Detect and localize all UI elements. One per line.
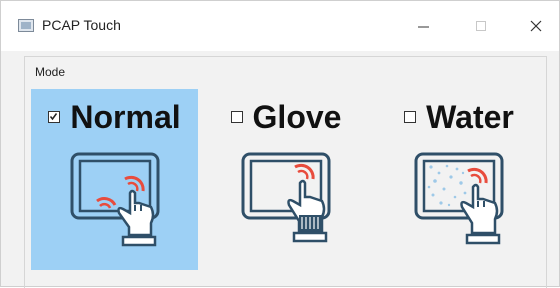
check-icon	[50, 113, 58, 121]
title-bar[interactable]: PCAP Touch	[1, 1, 559, 51]
water-label: Water	[426, 99, 514, 135]
minimize-button[interactable]	[401, 1, 447, 51]
normal-checkbox[interactable]	[48, 111, 61, 123]
glove-touch-icon	[241, 152, 331, 243]
glove-checkbox[interactable]	[230, 111, 243, 123]
mode-normal[interactable]: Normal	[31, 89, 198, 270]
close-icon	[530, 20, 542, 32]
water-checkbox[interactable]	[404, 111, 417, 123]
mode-water-header: Water	[374, 97, 544, 137]
glove-label: Glove	[252, 99, 342, 135]
normal-label: Normal	[70, 99, 181, 135]
app-icon	[18, 19, 34, 32]
mode-glove[interactable]: Glove	[199, 89, 373, 270]
maximize-icon	[476, 21, 486, 31]
water-touch-icon	[414, 152, 504, 245]
maximize-button[interactable]	[458, 1, 504, 51]
normal-touch-icon	[70, 152, 159, 247]
mode-normal-header: Normal	[31, 97, 198, 137]
mode-glove-header: Glove	[199, 97, 373, 137]
window-title: PCAP Touch	[42, 17, 121, 33]
mode-group-label: Mode	[35, 65, 66, 79]
mode-water[interactable]: Water	[374, 89, 544, 270]
minimize-icon	[418, 26, 429, 28]
app-window: PCAP Touch Mode Normal Glove Water	[0, 0, 560, 288]
close-button[interactable]	[513, 1, 559, 51]
